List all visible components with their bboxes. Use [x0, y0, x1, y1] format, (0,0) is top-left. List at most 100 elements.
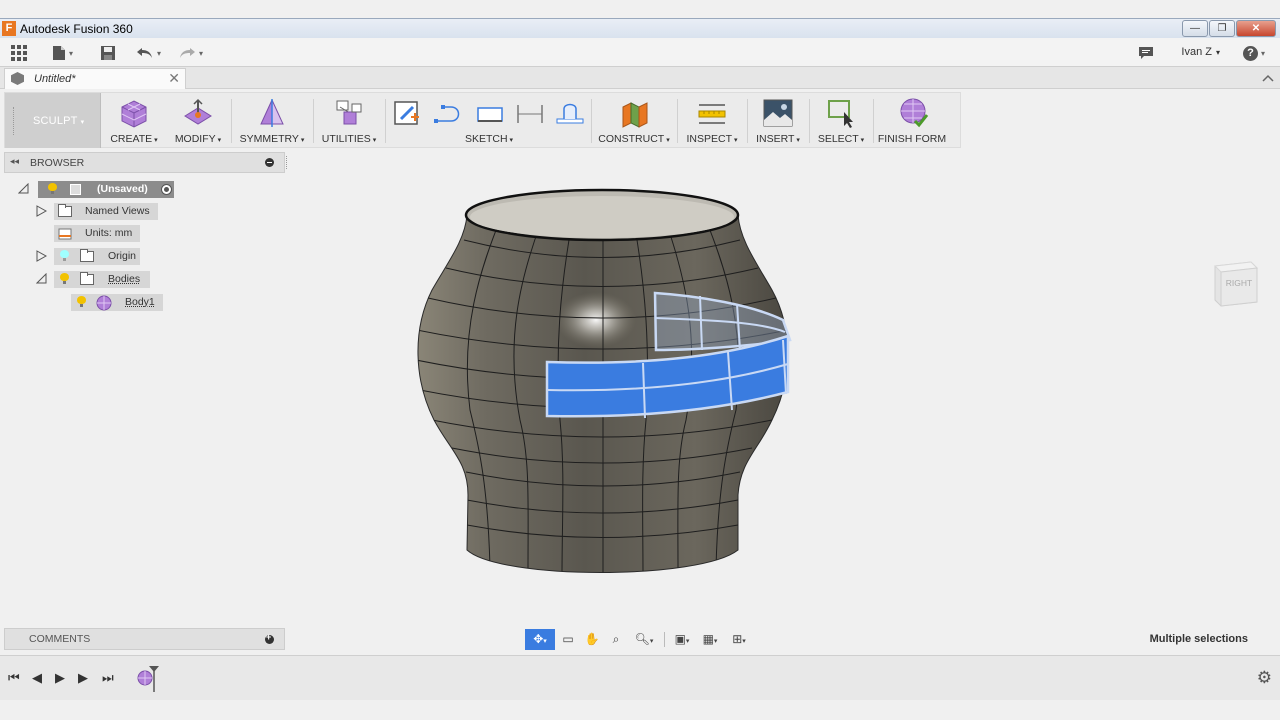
grip-handle [286, 156, 289, 169]
close-tab-icon[interactable]: ✕ [168, 70, 180, 87]
document-tab[interactable]: Untitled* ✕ [4, 68, 186, 89]
origin-node[interactable]: Origin [54, 248, 140, 265]
select-window-icon [828, 100, 853, 128]
browser-root-label: (Unsaved) [97, 183, 148, 195]
browser-bodies-row[interactable]: Bodies [36, 271, 156, 288]
display-settings-button[interactable]: ▣▾ [669, 629, 695, 650]
sketch-group[interactable]: SKETCH ▾ [389, 93, 589, 148]
modify-group[interactable]: MODIFY ▾ [169, 93, 227, 148]
inspect-group[interactable]: INSPECT ▾ [681, 93, 743, 148]
app-logo-icon: F [2, 21, 16, 36]
restore-button[interactable]: ❐ [1209, 20, 1235, 37]
units-node[interactable]: Units: mm [54, 225, 140, 242]
separator [231, 99, 232, 143]
insert-group[interactable]: INSERT ▾ [751, 93, 805, 148]
chevron-down-icon: ▾ [543, 638, 547, 645]
create-group[interactable]: CREATE ▾ [105, 93, 163, 148]
browser-body1-row[interactable]: Body1 [71, 294, 165, 311]
utilities-group[interactable]: UTILITIES ▾ [317, 93, 381, 148]
step-back-icon[interactable]: ◀︎ [32, 670, 42, 686]
save-button[interactable] [100, 42, 116, 64]
add-comment-icon[interactable] [265, 632, 274, 644]
viewports-button[interactable]: ⊞▾ [725, 629, 753, 650]
chevron-down-icon: ▾ [217, 137, 222, 144]
visibility-bulb-icon[interactable] [60, 250, 69, 261]
play-icon[interactable]: ▶ [78, 670, 88, 686]
vase-model[interactable] [0, 149, 1280, 627]
look-at-button[interactable]: ▭ [557, 629, 579, 650]
user-menu[interactable]: Ivan Z ▾ [1181, 46, 1220, 58]
viewports-icon: ⊞ [732, 632, 743, 646]
browser-root-node[interactable]: (Unsaved) [38, 181, 174, 198]
browser-named-views-row[interactable]: Named Views [36, 203, 166, 220]
step-forward-icon[interactable]: ▶︎ [55, 670, 65, 686]
chevron-down-icon: ▾ [509, 137, 514, 144]
body1-node[interactable]: Body1 [71, 294, 163, 311]
design-cube-icon [11, 72, 24, 85]
user-name: Ivan Z [1181, 46, 1212, 58]
workspace-switcher[interactable]: SCULPT ▾ [5, 93, 101, 148]
visibility-bulb-icon[interactable] [48, 183, 57, 194]
undo-button[interactable]: ▾ [136, 42, 161, 64]
notifications-button[interactable] [1138, 42, 1154, 64]
folder-icon [80, 272, 94, 285]
collapsed-triangle-icon[interactable] [36, 205, 47, 217]
construct-plane-icon [622, 102, 648, 128]
chevron-down-icon: ▾ [372, 137, 377, 144]
inspect-label: INSPECT [686, 133, 732, 145]
symmetry-group[interactable]: SYMMETRY ▾ [235, 93, 309, 148]
construct-group[interactable]: CONSTRUCT ▾ [595, 93, 673, 148]
expanded-triangle-icon[interactable] [36, 273, 47, 284]
collapse-arrows-icon[interactable]: ◂◂ [10, 156, 19, 167]
separator [677, 99, 678, 143]
comments-panel-header[interactable]: COMMENTS [4, 628, 285, 650]
grid-settings-button[interactable]: ▦▾ [697, 629, 723, 650]
pan-button[interactable]: ✋ [581, 629, 603, 650]
create-box-icon [121, 100, 147, 128]
activate-radio-icon[interactable] [161, 184, 172, 195]
view-cube[interactable]: RIGHT [1211, 258, 1261, 310]
skip-to-start-icon[interactable]: ⏮ [8, 670, 20, 686]
spline-icon [434, 105, 460, 123]
bodies-label: Bodies [108, 273, 141, 285]
help-button[interactable]: ? ▾ [1243, 42, 1265, 64]
select-group[interactable]: SELECT ▾ [813, 93, 869, 148]
minimize-button[interactable]: — [1182, 20, 1208, 37]
named-views-node[interactable]: Named Views [54, 203, 158, 220]
zoom-button[interactable]: ⌕ [605, 629, 627, 650]
browser-origin-row[interactable]: Origin [36, 248, 146, 265]
chevron-down-icon: ▾ [69, 48, 74, 58]
collapsed-triangle-icon[interactable] [36, 250, 47, 262]
timeline-form-feature[interactable] [136, 664, 162, 694]
collapse-ribbon-icon[interactable] [1262, 73, 1274, 83]
3d-viewport[interactable]: RIGHT [0, 149, 1280, 627]
minimize-browser-icon[interactable] [265, 158, 274, 167]
orbit-button[interactable]: ✥▾ [525, 629, 555, 650]
browser-units-row[interactable]: Units: mm [54, 225, 144, 242]
chevron-down-icon: ▾ [1215, 48, 1220, 57]
title-bar: F Autodesk Fusion 360 — ❐ ✕ [0, 18, 1280, 38]
close-button[interactable]: ✕ [1236, 20, 1276, 37]
separator [591, 99, 592, 143]
browser-title: BROWSER [30, 157, 85, 169]
view-cube-face-label: RIGHT [1225, 278, 1253, 288]
finish-form-icon [900, 98, 929, 128]
redo-button[interactable]: ▾ [178, 42, 203, 64]
redo-icon [180, 48, 195, 58]
gear-icon[interactable]: ⚙ [1257, 668, 1272, 688]
fusion-window: F Autodesk Fusion 360 — ❐ ✕ ▾ ▾ ▾ Ivan Z… [0, 0, 1280, 720]
finish-form-button[interactable]: FINISH FORM [877, 93, 947, 148]
data-panel-button[interactable] [10, 42, 28, 64]
modify-label: MODIFY [174, 133, 216, 145]
chevron-down-icon: ▾ [734, 137, 738, 144]
visibility-bulb-icon[interactable] [60, 273, 69, 284]
visibility-bulb-icon[interactable] [77, 296, 86, 307]
skip-to-end-icon[interactable]: ⏭ [102, 670, 114, 686]
browser-panel-header[interactable]: ◂◂ BROWSER [4, 152, 287, 173]
browser-root-row[interactable]: (Unsaved) [18, 181, 188, 198]
expanded-triangle-icon[interactable] [18, 183, 29, 194]
select-label: SELECT [817, 133, 859, 145]
bodies-node[interactable]: Bodies [54, 271, 150, 288]
file-menu-button[interactable]: ▾ [52, 42, 73, 64]
fit-button[interactable]: 🔍︎▾ [629, 629, 659, 650]
